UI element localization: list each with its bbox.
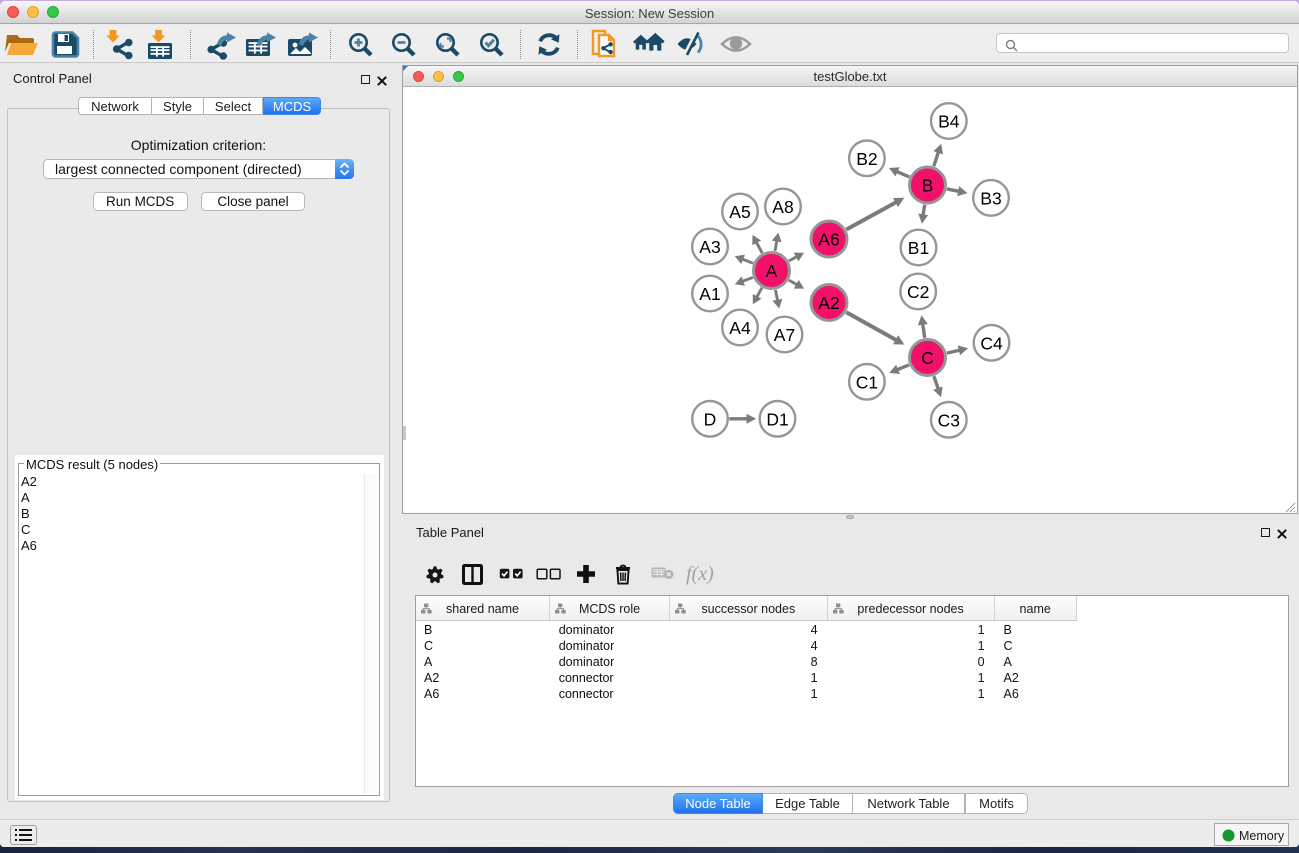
- svg-text:A6: A6: [818, 230, 839, 250]
- svg-text:B2: B2: [856, 149, 877, 169]
- svg-text:A1: A1: [699, 284, 720, 304]
- svg-text:C3: C3: [938, 410, 960, 430]
- svg-text:A8: A8: [772, 197, 793, 217]
- svg-text:B1: B1: [908, 238, 929, 258]
- svg-text:B: B: [922, 176, 934, 196]
- svg-text:B4: B4: [938, 112, 960, 132]
- svg-text:A4: A4: [729, 318, 751, 338]
- svg-text:A: A: [766, 261, 778, 281]
- svg-text:A7: A7: [774, 325, 795, 345]
- svg-text:A5: A5: [729, 202, 750, 222]
- svg-text:C1: C1: [856, 372, 878, 392]
- svg-text:D1: D1: [766, 409, 788, 429]
- svg-text:C: C: [921, 348, 934, 368]
- svg-text:C2: C2: [907, 282, 929, 302]
- svg-text:A3: A3: [699, 237, 720, 257]
- svg-text:A2: A2: [818, 293, 839, 313]
- svg-text:C4: C4: [980, 333, 1003, 353]
- svg-text:D: D: [704, 409, 717, 429]
- svg-text:B3: B3: [980, 188, 1001, 208]
